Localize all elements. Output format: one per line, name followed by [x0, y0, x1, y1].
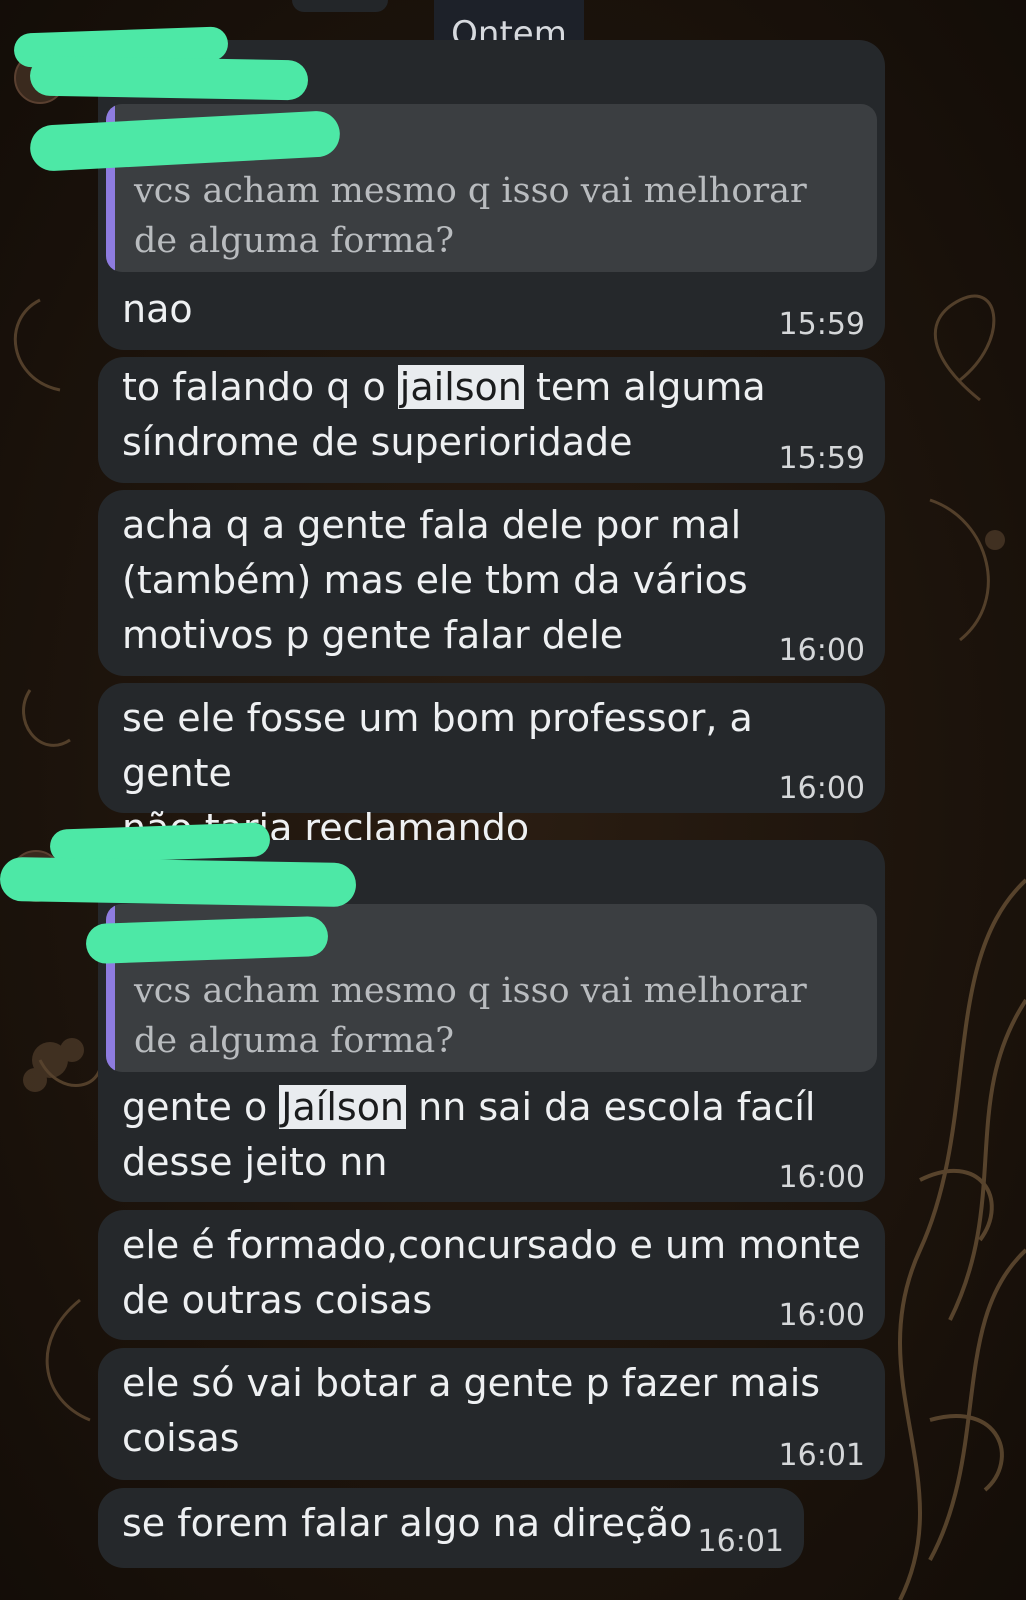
message-text: gente o Jaílson nn sai da escola facíl d… [122, 1080, 861, 1190]
redaction-mark [29, 55, 309, 101]
redaction-mark [85, 915, 329, 965]
message-text: ele é formado,concursado e um monte de o… [122, 1223, 861, 1322]
message-text: se forem falar algo na direção [122, 1501, 693, 1545]
message-time: 16:00 [778, 1160, 865, 1195]
reply-quote-text: vcs acham mesmo q isso vai melhorar de a… [134, 171, 807, 261]
redaction-mark [0, 856, 357, 908]
message-bubble[interactable]: ele só vai botar a gente p fazer mais co… [98, 1348, 885, 1480]
message-bubble[interactable]: ele é formado,concursado e um monte de o… [98, 1210, 885, 1340]
message-text: to falando q o jailson tem alguma síndro… [122, 360, 861, 470]
message-time: 16:01 [778, 1438, 865, 1473]
message-text: nao [122, 287, 193, 331]
message-time: 16:00 [778, 1298, 865, 1333]
message-time: 16:01 [697, 1524, 784, 1559]
message-text-part: gente o [122, 1085, 280, 1129]
search-highlight: jailson [397, 365, 524, 409]
message-text: ele só vai botar a gente p fazer mais co… [122, 1361, 821, 1460]
message-time: 16:00 [778, 771, 865, 806]
chat-area[interactable]: Ontem vcs acham mesmo q isso vai melhora… [0, 0, 1026, 1600]
message-bubble[interactable]: se ele fosse um bom professor, a gente n… [98, 683, 885, 850]
message-bubble[interactable]: se forem falar algo na direção 16:01 [98, 1488, 804, 1568]
message-bubble[interactable]: to falando q o jailson tem alguma síndro… [98, 357, 885, 483]
search-highlight: Jaílson [279, 1085, 407, 1129]
message-bubble[interactable]: acha q a gente fala dele por mal (também… [98, 490, 885, 676]
message-time: 16:00 [778, 633, 865, 668]
message-time: 15:59 [778, 307, 865, 342]
reply-quote-text: vcs acham mesmo q isso vai melhorar de a… [134, 971, 807, 1061]
message-time: 15:59 [778, 441, 865, 476]
message-text-part: to falando q o [122, 365, 398, 409]
message-text: acha q a gente fala dele por mal (também… [122, 503, 748, 657]
previous-bubble-edge [292, 0, 388, 12]
